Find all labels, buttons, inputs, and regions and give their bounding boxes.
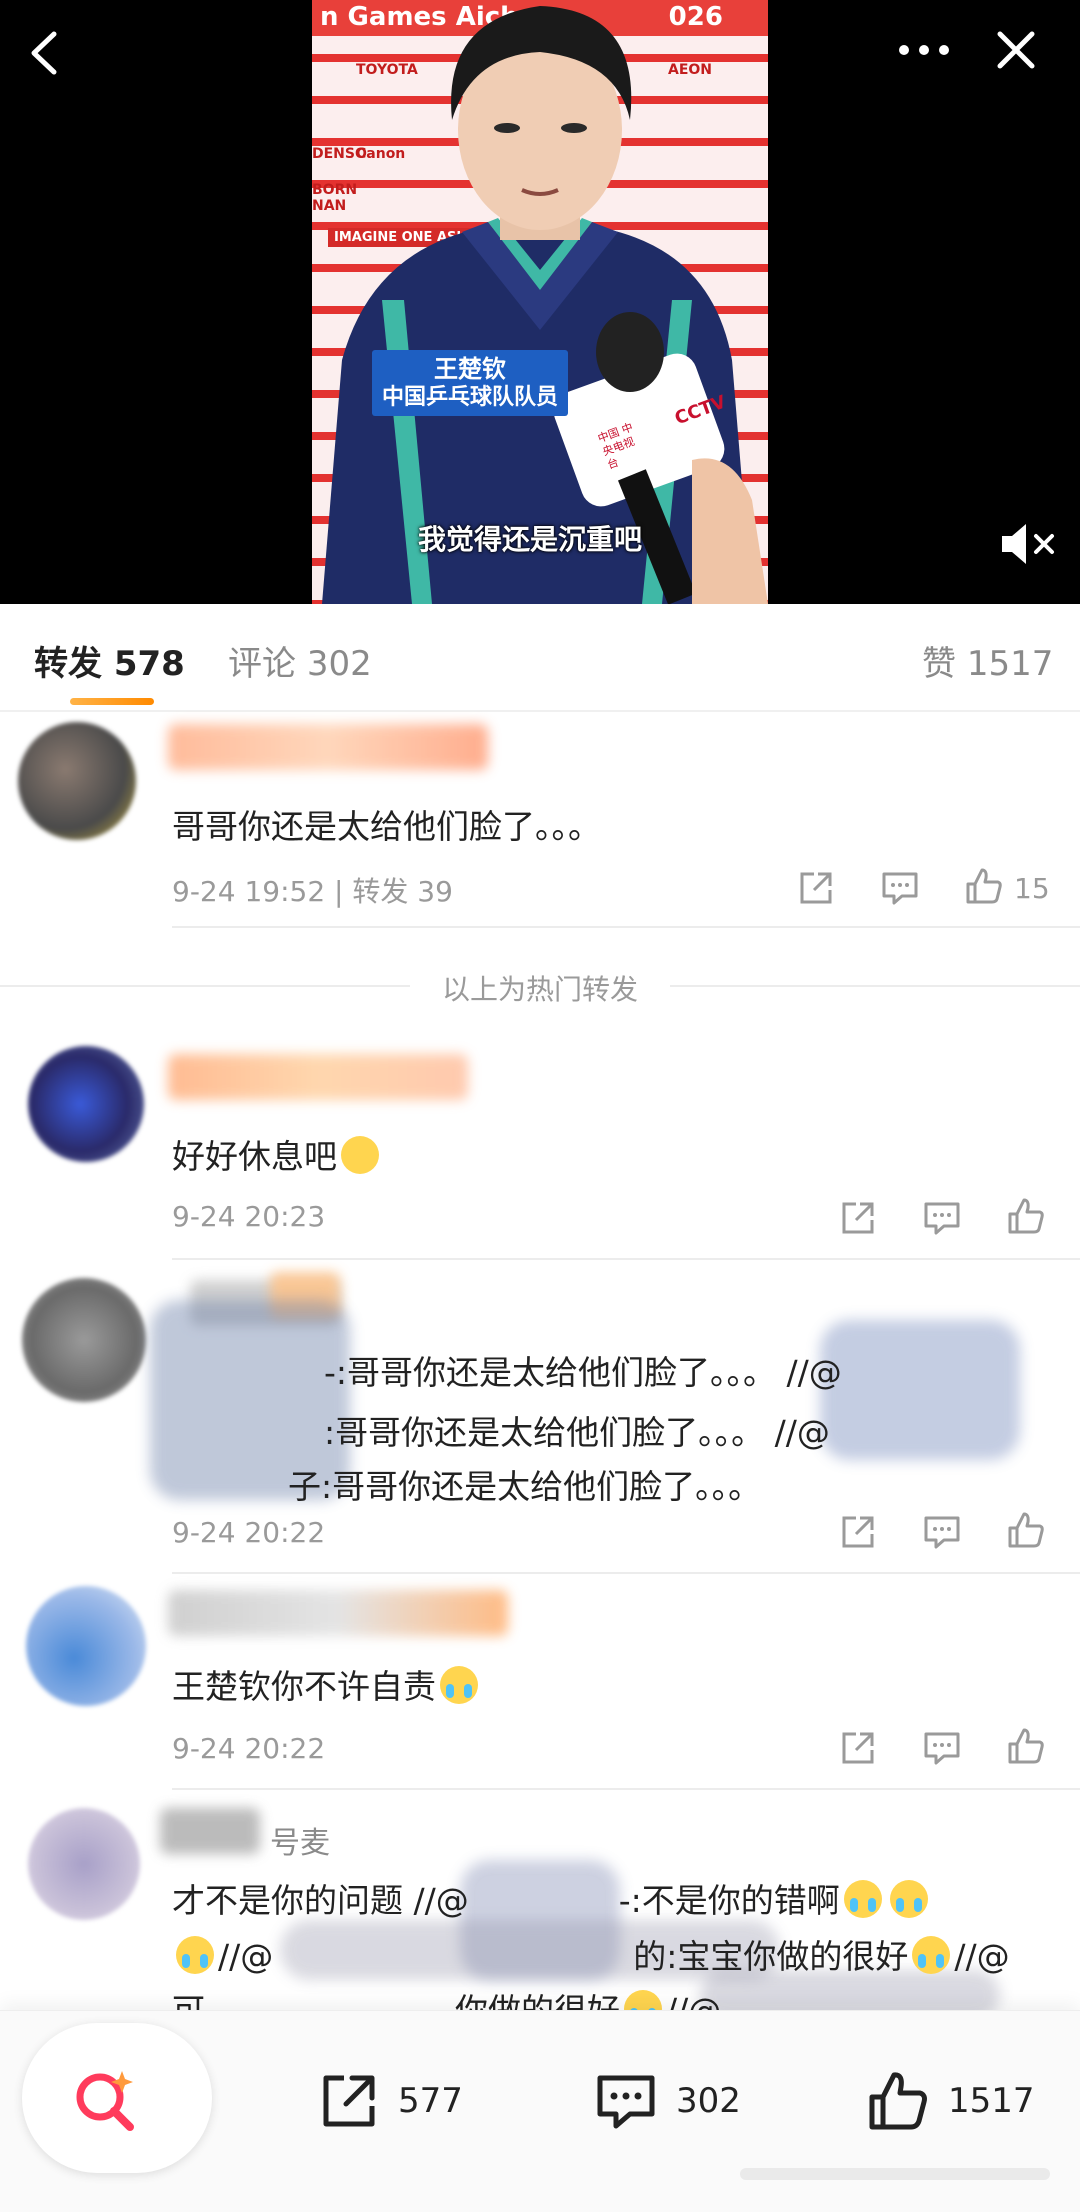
row-divider [172, 1572, 1080, 1574]
bottom-like-count: 1517 [948, 2081, 1035, 2121]
repost-text-line: -:哥哥你还是太给他们脸了。。。 //@ [324, 1353, 842, 1392]
active-tab-indicator [70, 698, 154, 705]
avatar[interactable] [28, 1046, 144, 1162]
share-icon[interactable] [838, 1728, 878, 1768]
redaction-scribble [820, 1320, 1020, 1460]
thumbs-up-icon[interactable] [964, 866, 1004, 906]
repost-time: 9-24 20:22 [172, 1732, 326, 1765]
home-indicator [740, 2168, 1050, 2180]
video-subtitle: 我觉得还是沉重吧 [418, 523, 643, 556]
thumbs-up-icon[interactable] [1006, 1510, 1046, 1550]
username-partial[interactable]: 号麦 [270, 1818, 330, 1862]
repost-text: 哥哥你还是太给他们脸了。。。 [172, 807, 601, 846]
crying-face-emoji [440, 1666, 478, 1704]
repost-text-line: 才不是你的问题 //@ -:不是你的错啊 [172, 1874, 932, 1922]
crying-face-emoji [889, 1880, 928, 1918]
row-divider [172, 926, 1080, 928]
back-arrow-icon[interactable] [24, 28, 64, 78]
bottom-repost-button[interactable]: 577 [318, 2066, 463, 2136]
username-redacted[interactable] [168, 724, 488, 770]
repost-text-line: //@ 的:宝宝你做的很好//@ [172, 1930, 1010, 1978]
repost-meta: 9-24 19:52 | 转发 39 [172, 875, 453, 908]
tab-repost[interactable]: 转发 578 [34, 636, 185, 685]
thumbs-up-icon [869, 2072, 927, 2130]
share-icon [323, 2075, 375, 2127]
magnifier-sparkle-icon [76, 2071, 134, 2131]
avatar[interactable] [18, 722, 136, 840]
video-player[interactable]: n Games Aich 026 TOYOTA DENSO Canon BORN … [0, 0, 1080, 604]
bottom-action-bar: 577 302 1517 [0, 2010, 1080, 2212]
shy-face-emoji [341, 1136, 379, 1174]
separator-label: 以上为热门转发 [441, 973, 638, 1006]
bottom-comment-count: 302 [676, 2081, 741, 2121]
comment-icon[interactable] [922, 1728, 962, 1768]
tab-divider [0, 710, 1080, 712]
caption-title: 中国乒乓球队队员 [382, 385, 559, 410]
search-fab[interactable] [22, 2023, 212, 2173]
comment-icon[interactable] [922, 1198, 962, 1238]
avatar[interactable] [28, 1808, 140, 1920]
thumbs-up-icon[interactable] [1006, 1726, 1046, 1766]
hot-repost-separator: 以上为热门转发 [0, 960, 1080, 1012]
share-icon[interactable] [838, 1512, 878, 1552]
bottom-comment-button[interactable]: 302 [594, 2066, 741, 2136]
comment-icon[interactable] [880, 868, 920, 908]
tab-likes[interactable]: 赞 1517 [922, 636, 1053, 685]
crying-face-emoji [843, 1880, 882, 1918]
caption-name: 王楚钦 [434, 355, 506, 383]
crying-face-emoji [912, 1936, 951, 1974]
close-icon[interactable] [996, 30, 1036, 70]
repost-time: 9-24 20:23 [172, 1200, 326, 1233]
crying-face-emoji [176, 1936, 214, 1974]
tab-comments[interactable]: 评论 302 [228, 636, 372, 685]
bottom-repost-count: 577 [398, 2081, 463, 2121]
repost-text: 好好休息吧 [172, 1130, 383, 1178]
username-redacted[interactable] [160, 1808, 260, 1854]
repost-time: 9-24 20:22 [172, 1516, 326, 1549]
repost-text-line: 子:哥哥你还是太给他们脸了。。。 [288, 1467, 762, 1506]
comment-icon[interactable] [922, 1512, 962, 1552]
interviewee-figure [322, 6, 768, 604]
username-redacted[interactable] [168, 1054, 468, 1100]
repost-text: 王楚钦你不许自责 [172, 1660, 482, 1708]
comment-icon [597, 2075, 655, 2129]
repost-text-line: :哥哥你还是太给他们脸了。。。 //@ [324, 1413, 830, 1452]
avatar[interactable] [22, 1278, 146, 1402]
thumbs-up-icon[interactable] [1006, 1196, 1046, 1236]
video-frame: n Games Aich 026 TOYOTA DENSO Canon BORN … [312, 0, 768, 604]
avatar[interactable] [26, 1586, 146, 1706]
mute-speaker-icon[interactable] [1000, 522, 1060, 566]
share-icon[interactable] [838, 1198, 878, 1238]
more-options-icon[interactable] [896, 40, 952, 60]
bottom-like-button[interactable]: 1517 [866, 2066, 1035, 2136]
caption-nameplate: 王楚钦 中国乒乓球队队员 [372, 350, 569, 416]
like-count: 15 [1014, 872, 1050, 905]
share-icon[interactable] [796, 868, 836, 908]
row-divider [172, 1258, 1080, 1260]
row-divider [172, 1788, 1080, 1790]
tab-bar: 转发 578 评论 302 赞 1517 [0, 604, 1080, 712]
username-redacted[interactable] [168, 1590, 508, 1636]
